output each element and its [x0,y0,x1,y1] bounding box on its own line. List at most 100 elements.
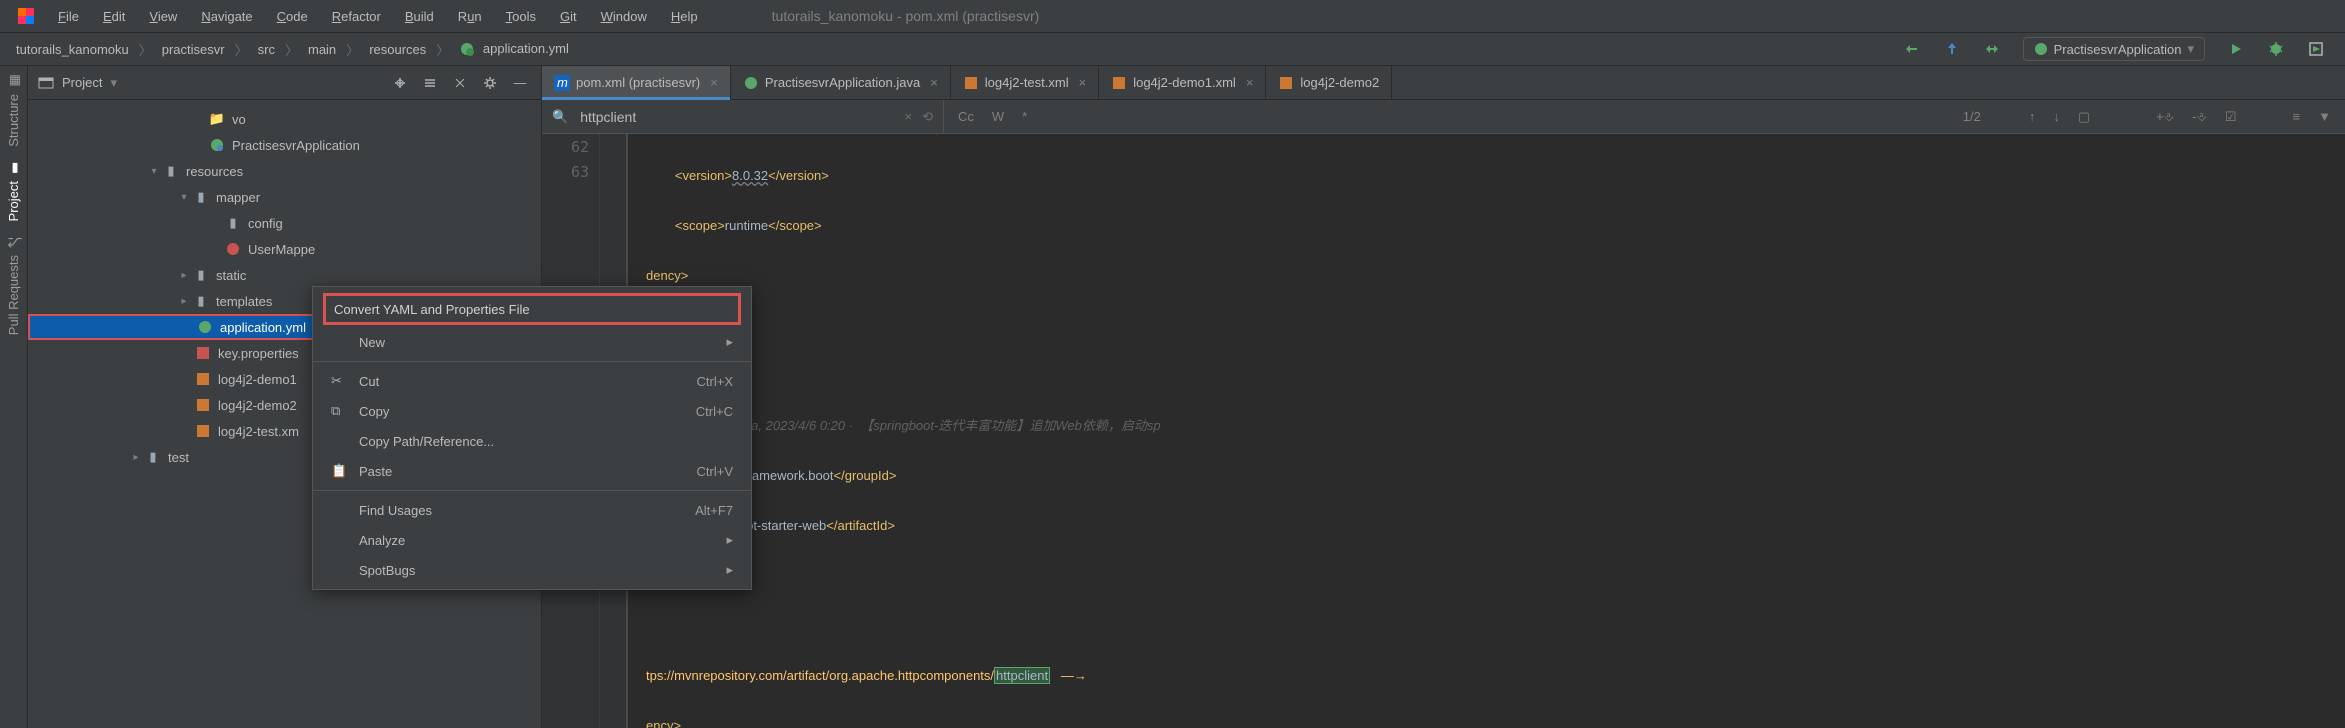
menu-build[interactable]: Build [395,5,444,28]
context-cut[interactable]: ✂CutCtrl+X [313,366,751,396]
chevron-down-icon: ▾ [2187,41,2194,57]
structure-icon: ▦ [7,74,21,88]
run-button[interactable] [2225,38,2247,60]
menu-navigate[interactable]: Navigate [191,5,262,28]
next-match-icon[interactable]: ↓ [2053,109,2060,124]
svg-text:m: m [557,75,568,90]
spring-class-icon [208,136,226,154]
vcs-commit-icon[interactable] [1981,38,2003,60]
tree-item-resources[interactable]: ▾▮resources [28,158,541,184]
menu-code[interactable]: Code [267,5,318,28]
code-content[interactable]: <version>8.0.32</version> <scope>runtime… [628,134,2345,728]
tree-item-app[interactable]: PractisesvrApplication [28,132,541,158]
menu-separator [313,490,751,491]
find-toolbar: 🔍 × ⟲ Cc W * 1/2 ↑ ↓ ▢ +⎀ -⎀ ☑ ≡ ▼ [542,100,2345,134]
xml-file-icon [194,370,212,388]
folder-icon: ▮ [192,292,210,310]
add-selection-icon[interactable]: +⎀ [2156,109,2174,125]
search-icon: 🔍 [552,109,568,125]
context-find-usages[interactable]: Find UsagesAlt+F7 [313,495,751,525]
regex-toggle[interactable]: * [1022,109,1027,124]
build-icon[interactable] [1901,38,1923,60]
menu-help[interactable]: Help [661,5,708,28]
breadcrumb-src[interactable]: src [254,40,279,59]
remove-selection-icon[interactable]: -⎀ [2192,109,2207,125]
project-panel-title: Project [62,75,102,90]
run-configuration-selector[interactable]: PractisesvrApplication ▾ [2023,37,2205,61]
close-icon[interactable]: × [1079,75,1087,90]
tree-item-mapper[interactable]: ▾▮mapper [28,184,541,210]
menu-git[interactable]: Git [550,5,587,28]
menu-refactor[interactable]: Refactor [322,5,391,28]
scissors-icon: ✂ [331,373,347,389]
collapse-all-icon[interactable] [449,72,471,94]
clear-search-icon[interactable]: × [905,109,913,125]
gear-icon[interactable] [479,72,501,94]
debug-button[interactable] [2265,38,2287,60]
yaml-file-icon [196,318,214,336]
context-menu: Convert YAML and Properties File New▸ ✂C… [312,286,752,590]
tree-item-vo[interactable]: 📁vo [28,106,541,132]
tree-item-usermapper[interactable]: UserMappe [28,236,541,262]
tree-item-config[interactable]: ▮config [28,210,541,236]
chevron-down-icon[interactable]: ▾ [110,75,117,91]
chevron-right-icon: ▸ [726,562,733,578]
project-tool-button[interactable]: Project▮ [6,161,21,221]
folder-icon: ▮ [192,188,210,206]
run-with-coverage-icon[interactable] [2305,38,2327,60]
breadcrumb-resources[interactable]: resources [365,40,430,59]
chevron-right-icon: ▸ [176,296,192,307]
tab-log4j2-demo1[interactable]: log4j2-demo1.xml × [1099,66,1266,99]
paste-icon: 📋 [331,463,347,479]
close-icon[interactable]: × [710,75,718,90]
search-input[interactable] [580,109,892,125]
menu-tools[interactable]: Tools [496,5,546,28]
select-opened-file-icon[interactable] [389,72,411,94]
breadcrumb-module[interactable]: practisesvr [158,40,229,59]
close-icon[interactable]: × [930,75,938,90]
words-toggle[interactable]: W [992,109,1004,124]
context-paste[interactable]: 📋PasteCtrl+V [313,456,751,486]
breadcrumb-root[interactable]: tutorails_kanomoku [12,40,133,59]
pull-requests-tool-button[interactable]: Pull Requests⎇ [6,235,21,335]
breadcrumb-file[interactable]: application.yml [455,39,573,60]
context-copy[interactable]: ⧉CopyCtrl+C [313,396,751,426]
context-spotbugs[interactable]: SpotBugs▸ [313,555,751,585]
vcs-update-icon[interactable] [1941,38,1963,60]
xml-file-icon [194,396,212,414]
context-new[interactable]: New▸ [313,327,751,357]
folder-icon: ▮ [144,448,162,466]
toggle-filter-icon[interactable]: ≡ [2293,109,2301,124]
filter-icon[interactable]: ▼ [2318,109,2331,124]
xml-file-icon [1111,75,1127,91]
select-all-icon[interactable]: ▢ [2078,109,2090,125]
menu-run[interactable]: Run [448,5,492,28]
prev-match-icon[interactable]: ↑ [2029,109,2036,124]
menu-edit[interactable]: Edit [93,5,135,28]
close-icon[interactable]: × [1246,75,1254,90]
xml-file-icon [1278,75,1294,91]
menu-window[interactable]: Window [591,5,657,28]
code-editor[interactable]: 62 63 <version>8.0.32</version> <scope>r… [542,134,2345,728]
select-all-occurrences-icon[interactable]: ☑ [2225,109,2237,125]
structure-tool-button[interactable]: Structure▦ [6,74,21,147]
tab-pom-xml[interactable]: m pom.xml (practisesvr) × [542,66,731,99]
chevron-down-icon: ▾ [146,166,162,177]
tab-log4j2-demo2[interactable]: log4j2-demo2 [1266,66,1392,99]
menu-view[interactable]: View [139,5,187,28]
breadcrumb-main[interactable]: main [304,40,340,59]
folder-icon: ▮ [224,214,242,232]
spring-icon [2034,42,2048,56]
match-case-toggle[interactable]: Cc [958,109,974,124]
menu-separator [313,361,751,362]
menu-file[interactable]: FFileile [48,5,89,28]
context-copy-path[interactable]: Copy Path/Reference... [313,426,751,456]
hide-icon[interactable]: — [509,72,531,94]
search-history-icon[interactable]: ⟲ [922,109,933,125]
expand-all-icon[interactable] [419,72,441,94]
tab-practisesvr-app[interactable]: PractisesvrApplication.java × [731,66,951,99]
context-analyze[interactable]: Analyze▸ [313,525,751,555]
context-convert-yaml[interactable]: Convert YAML and Properties File [323,293,741,325]
tab-log4j2-test[interactable]: log4j2-test.xml × [951,66,1099,99]
tree-item-static[interactable]: ▸▮static [28,262,541,288]
